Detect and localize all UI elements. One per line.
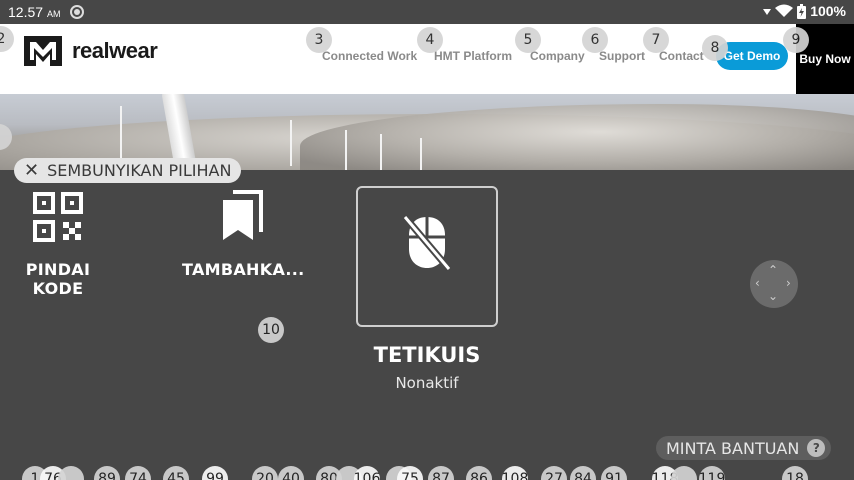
chevron-left-icon: ‹ bbox=[755, 276, 760, 290]
mouse-off-icon bbox=[403, 214, 451, 271]
settings-status-icon bbox=[70, 5, 84, 19]
mouse-title: TETIKUIS bbox=[373, 343, 481, 367]
screen: 12.57 AM 100% realwear Connected Work HM… bbox=[0, 0, 854, 480]
hide-options-button[interactable]: ✕ SEMBUNYIKAN PILIHAN bbox=[14, 158, 242, 183]
wifi-icon bbox=[775, 4, 794, 17]
mouse-toggle-button[interactable] bbox=[356, 186, 498, 327]
turbine-shape bbox=[420, 138, 422, 170]
command-badge[interactable]: 5 bbox=[515, 27, 541, 53]
signal-icon bbox=[763, 9, 772, 15]
add-bookmark-label: TAMBAHKA... bbox=[182, 260, 305, 279]
scan-code-command[interactable]: PINDAI KODE bbox=[0, 192, 116, 298]
qr-code-icon bbox=[33, 192, 83, 242]
chevron-right-icon: › bbox=[786, 276, 791, 290]
add-bookmark-command[interactable]: TAMBAHKA... bbox=[182, 190, 305, 279]
turbine-shape bbox=[380, 134, 382, 170]
help-label: MINTA BANTUAN bbox=[666, 438, 800, 458]
realwear-logo-icon bbox=[24, 36, 62, 66]
turbine-shape bbox=[345, 130, 347, 170]
command-badge[interactable]: 7 bbox=[643, 27, 669, 53]
nav-connected-work[interactable]: Connected Work bbox=[322, 49, 417, 63]
turbine-shape bbox=[120, 106, 122, 166]
question-icon: ? bbox=[807, 439, 826, 457]
hide-options-label: SEMBUNYIKAN PILIHAN bbox=[47, 161, 232, 180]
command-badge[interactable]: 3 bbox=[306, 27, 332, 53]
nav-support[interactable]: Support bbox=[599, 49, 645, 63]
battery-icon bbox=[797, 3, 807, 19]
clock-ampm: AM bbox=[46, 9, 61, 19]
battery-percent: 100% bbox=[810, 3, 846, 19]
command-badge[interactable]: 10 bbox=[258, 317, 284, 343]
scan-code-label: PINDAI KODE bbox=[25, 260, 91, 298]
command-badge[interactable]: 9 bbox=[783, 27, 809, 53]
chevron-up-icon: ⌃ bbox=[768, 263, 779, 277]
clock: 12.57 AM bbox=[8, 4, 60, 20]
nav-contact[interactable]: Contact bbox=[659, 49, 704, 63]
status-bar: 12.57 AM 100% bbox=[0, 0, 854, 24]
command-badge[interactable]: 4 bbox=[417, 27, 443, 53]
logo-text: realwear bbox=[72, 38, 158, 63]
chevron-down-icon: ⌄ bbox=[768, 289, 779, 303]
bookmark-icon bbox=[223, 190, 263, 240]
nav-company[interactable]: Company bbox=[530, 49, 585, 63]
clock-time: 12.57 bbox=[8, 4, 44, 20]
turbine-shape bbox=[290, 120, 292, 166]
help-button[interactable]: MINTA BANTUAN ? bbox=[656, 436, 832, 460]
site-logo[interactable]: realwear bbox=[22, 34, 158, 68]
close-icon: ✕ bbox=[24, 160, 40, 181]
command-badge[interactable]: 6 bbox=[582, 27, 608, 53]
status-right: 100% bbox=[763, 3, 846, 19]
mouse-status: Nonaktif bbox=[395, 374, 459, 392]
scroll-control[interactable]: ⌃ ‹ › ⌄ bbox=[750, 260, 798, 308]
nav-hmt-platform[interactable]: HMT Platform bbox=[434, 49, 512, 63]
command-badge[interactable]: 8 bbox=[702, 35, 728, 61]
